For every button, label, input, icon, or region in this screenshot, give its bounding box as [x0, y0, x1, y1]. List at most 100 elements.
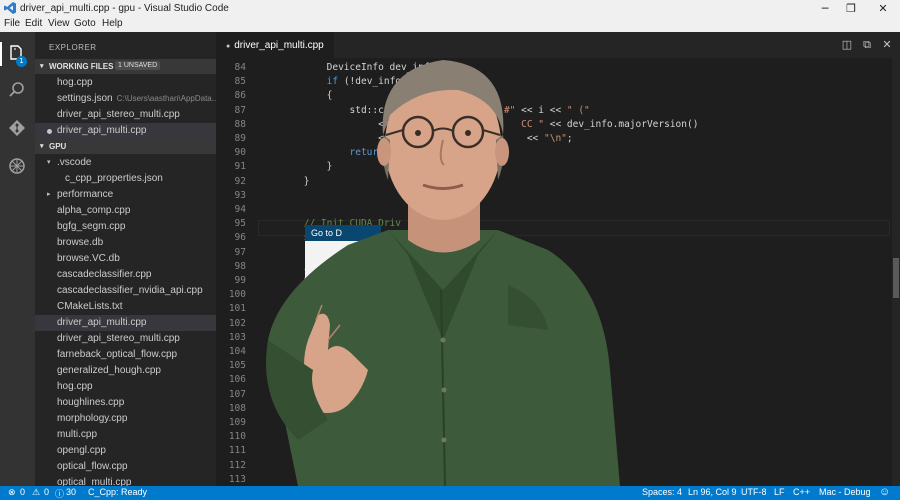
file-tree-item[interactable]: farneback_optical_flow.cpp — [35, 347, 216, 363]
line-number: 113 — [228, 473, 246, 485]
file-name: farneback_optical_flow.cpp — [57, 349, 178, 360]
split-editor-icon[interactable]: ◫ — [840, 38, 854, 52]
encoding-status[interactable]: UTF-8 — [741, 487, 767, 497]
explorer-sidebar: EXPLORER ▾ WORKING FILES 1 UNSAVED hog.c… — [35, 32, 216, 486]
editor-scrollbar[interactable] — [892, 58, 900, 486]
file-name: houghlines.cpp — [57, 397, 125, 408]
file-tree-item[interactable]: multi.cpp — [35, 427, 216, 443]
file-tree-item[interactable]: optical_multi.cpp — [35, 475, 216, 486]
file-tree-item[interactable]: ▾ .vscode — [35, 155, 216, 171]
folder-header[interactable]: ▾ GPU — [35, 139, 216, 154]
file-tree-item[interactable]: browse.db — [35, 235, 216, 251]
file-name: optical_flow.cpp — [57, 461, 128, 472]
search-icon[interactable] — [7, 80, 27, 100]
file-tree-item[interactable]: opengl.cpp — [35, 443, 216, 459]
eol-status[interactable]: LF — [774, 487, 785, 497]
open-changes-icon[interactable]: ⧉ — [860, 38, 874, 52]
working-file-item[interactable]: driver_api_multi.cpp — [35, 123, 216, 139]
indentation-status[interactable]: Spaces: 4 — [642, 487, 682, 497]
git-icon[interactable] — [7, 118, 27, 138]
working-file-item[interactable]: hog.cpp — [35, 75, 216, 91]
cursor-position[interactable]: Ln 96, Col 9 — [688, 487, 737, 497]
file-tree-item[interactable]: alpha_comp.cpp — [35, 203, 216, 219]
chevron-down-icon: ▾ — [40, 63, 44, 70]
line-number: 108 — [228, 402, 246, 414]
menu-goto[interactable]: Goto — [74, 18, 96, 29]
file-name: hog.cpp — [57, 381, 93, 392]
file-name: generalized_hough.cpp — [57, 365, 161, 376]
scrollbar-thumb[interactable] — [893, 258, 899, 298]
build-config[interactable]: Mac - Debug — [819, 487, 871, 497]
active-indicator — [0, 42, 2, 66]
person-overlay-image — [266, 60, 620, 486]
file-tree-item[interactable]: cascadeclassifier_nvidia_api.cpp — [35, 283, 216, 299]
menu-file[interactable]: File — [4, 18, 20, 29]
folder-label: GPU — [49, 142, 67, 151]
menu-edit[interactable]: Edit — [25, 18, 42, 29]
activity-bar: 1 — [0, 32, 35, 486]
warning-count[interactable]: 0 — [44, 487, 49, 497]
file-tree-item[interactable]: ▸ performance — [35, 187, 216, 203]
warning-icon[interactable]: ⚠ — [32, 487, 40, 498]
info-count[interactable]: 30 — [66, 487, 76, 497]
file-name: multi.cpp — [57, 429, 98, 440]
file-tree-item[interactable]: c_cpp_properties.json — [35, 171, 216, 187]
file-name: .vscode — [57, 157, 92, 168]
file-tree-item[interactable]: houghlines.cpp — [35, 395, 216, 411]
line-number: 91 — [234, 161, 246, 173]
cpp-status[interactable]: C_Cpp: Ready — [88, 487, 147, 497]
file-name: alpha_comp.cpp — [57, 205, 131, 216]
line-number: 97 — [234, 246, 246, 258]
file-tree-item[interactable]: driver_api_multi.cpp — [35, 315, 216, 331]
file-tree-item[interactable]: browse.VC.db — [35, 251, 216, 267]
unsaved-badge: 1 UNSAVED — [115, 61, 161, 70]
file-name: c_cpp_properties.json — [65, 173, 163, 184]
language-mode[interactable]: C++ — [793, 487, 810, 497]
line-number: 99 — [234, 275, 246, 286]
window-title: driver_api_multi.cpp - gpu - Visual Stud… — [20, 3, 229, 14]
debug-icon[interactable] — [7, 156, 27, 176]
chevron-down-icon: ▾ — [40, 143, 44, 150]
file-tree-item[interactable]: cascadeclassifier.cpp — [35, 267, 216, 283]
error-count[interactable]: 0 — [20, 487, 25, 497]
file-tree-item[interactable]: optical_flow.cpp — [35, 459, 216, 475]
line-number: 92 — [234, 175, 246, 187]
explorer-badge: 1 — [16, 56, 27, 67]
working-file-item[interactable]: settings.json C:\Users\aasthan\AppData... — [35, 91, 216, 107]
error-icon[interactable]: ⊗ — [8, 487, 16, 498]
chevron-right-icon[interactable]: ▸ — [47, 187, 51, 203]
file-name: browse.VC.db — [57, 253, 120, 264]
file-name: cascadeclassifier.cpp — [57, 269, 152, 280]
file-name: morphology.cpp — [57, 413, 128, 424]
chevron-down-icon[interactable]: ▾ — [47, 155, 51, 171]
info-icon[interactable]: ⓘ — [55, 487, 64, 500]
maximize-button[interactable]: ❐ — [836, 0, 866, 17]
file-name: CMakeLists.txt — [57, 301, 123, 312]
unsaved-dot-icon — [47, 129, 52, 134]
close-button[interactable]: ✕ — [868, 0, 898, 17]
file-tree-item[interactable]: bgfg_segm.cpp — [35, 219, 216, 235]
status-bar: ⊗ 0 ⚠ 0 ⓘ 30 C_Cpp: Ready Spaces: 4 Ln 9… — [0, 486, 900, 500]
menu-help[interactable]: Help — [102, 18, 123, 29]
file-name: driver_api_stereo_multi.cpp — [57, 109, 180, 120]
sidebar-title: EXPLORER — [49, 43, 97, 52]
file-tree-item[interactable]: hog.cpp — [35, 379, 216, 395]
line-number: 84 — [234, 62, 246, 73]
file-name: driver_api_multi.cpp — [57, 125, 147, 136]
file-name: cascadeclassifier_nvidia_api.cpp — [57, 285, 203, 296]
close-editor-icon[interactable]: ✕ — [880, 38, 894, 52]
line-number: 87 — [234, 104, 246, 116]
working-file-item[interactable]: driver_api_stereo_multi.cpp — [35, 107, 216, 123]
file-name: opengl.cpp — [57, 445, 106, 456]
file-tree-item[interactable]: driver_api_stereo_multi.cpp — [35, 331, 216, 347]
file-name: driver_api_multi.cpp — [57, 317, 147, 328]
file-tree-item[interactable]: morphology.cpp — [35, 411, 216, 427]
file-tree-item[interactable]: generalized_hough.cpp — [35, 363, 216, 379]
line-number: 110 — [228, 431, 246, 443]
file-tree-item[interactable]: CMakeLists.txt — [35, 299, 216, 315]
line-number: 104 — [228, 346, 246, 357]
menu-view[interactable]: View — [48, 18, 70, 29]
working-files-header[interactable]: ▾ WORKING FILES 1 UNSAVED — [35, 59, 216, 74]
feedback-smiley-icon[interactable]: ☺ — [879, 486, 890, 498]
menu-bar: File Edit View Goto Help — [0, 17, 900, 32]
